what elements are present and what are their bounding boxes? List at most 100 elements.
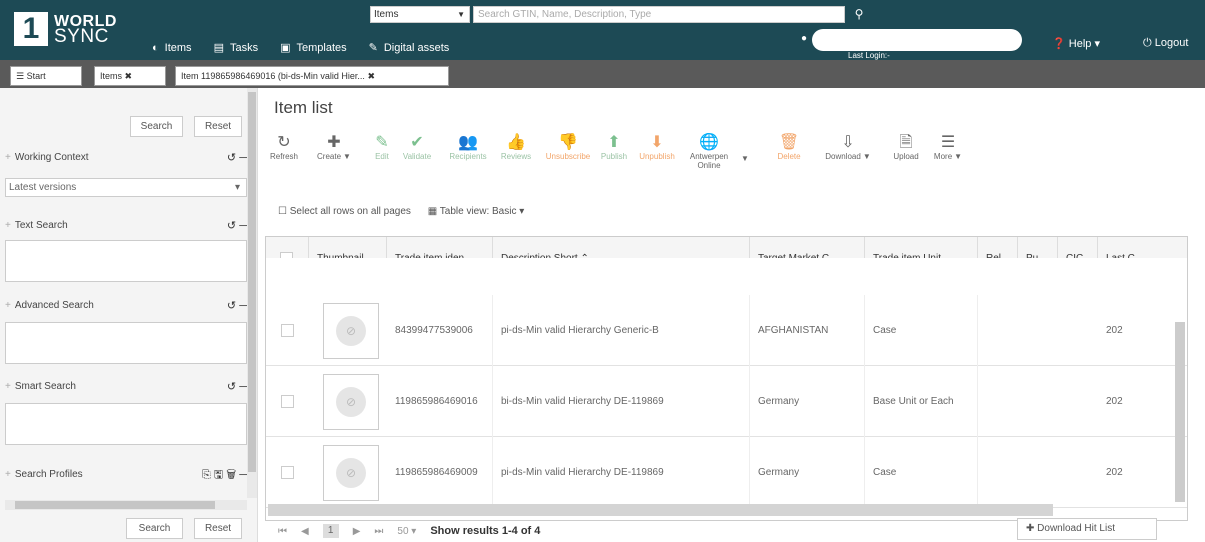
grid-hscrollbar[interactable] xyxy=(268,504,1053,516)
no-image-icon: ⊘ xyxy=(336,387,366,417)
upload-icon: 🗎 xyxy=(899,134,913,151)
chevron-down-icon: ▼ xyxy=(457,10,465,19)
sidebar-hscrollbar[interactable] xyxy=(5,500,247,510)
last-login: Last Login:- xyxy=(848,51,890,60)
tasks-icon: ▤ xyxy=(213,42,224,54)
top-bar: 1 WORLD SYNC ◐ Items ▤ Tasks ▣ Templates ✎ D… xyxy=(0,0,1205,60)
nav-digital-assets[interactable]: ✎ Digital assets xyxy=(368,41,450,55)
sidebar-search-button-bottom[interactable]: Search xyxy=(126,518,183,539)
global-search: Items ▼ Search GTIN, Name, Description, T… xyxy=(370,6,870,23)
table-row[interactable]: ⊘ 119865986469009 pi-ds-Min valid Hierar… xyxy=(266,437,1187,508)
search-icon[interactable]: ⚲ xyxy=(848,6,870,23)
validate-button[interactable]: ✔ Validate xyxy=(399,134,435,161)
publish-button[interactable]: ⬆ Publish xyxy=(599,134,629,161)
create-button[interactable]: ✚ Create ▼ xyxy=(309,134,359,161)
thumbnail-placeholder: ⊘ xyxy=(323,445,379,501)
refresh-button[interactable]: ↻ Refresh xyxy=(264,134,304,161)
nav-templates[interactable]: ▣ Templates xyxy=(280,41,347,55)
more-button[interactable]: ☰ More ▼ xyxy=(928,134,968,161)
help-menu[interactable]: ❓ Help ▾ xyxy=(1052,37,1100,50)
cell-market: Germany xyxy=(750,437,865,508)
cell-unit: Case xyxy=(865,437,978,508)
table-view-select[interactable]: ▦ Table view: Basic ▾ xyxy=(428,206,525,217)
reset-collapse-icons[interactable]: ↺ ─ xyxy=(227,147,247,169)
upload-button[interactable]: 🗎 Upload xyxy=(887,134,925,161)
items-icon: ◐ xyxy=(152,41,159,54)
smart-search-header[interactable]: + Smart Search ↺ ─ xyxy=(5,376,247,398)
cell-description: bi-ds-Min valid Hierarchy DE-119869 xyxy=(493,366,750,437)
grid-vscrollbar[interactable] xyxy=(1175,322,1185,502)
nav-items[interactable]: ◐ Items xyxy=(152,41,192,54)
pencil-icon: ✎ xyxy=(375,134,389,151)
publish-icon: ⬆ xyxy=(607,134,621,151)
advanced-search-field[interactable] xyxy=(5,322,247,364)
download-button[interactable]: ⇩ Download ▼ xyxy=(819,134,877,161)
cell-description: pi-ds-Min valid Hierarchy DE-119869 xyxy=(493,437,750,508)
row-checkbox[interactable] xyxy=(281,466,294,479)
prev-page-icon[interactable]: ◀ xyxy=(301,526,309,537)
no-image-icon: ⊘ xyxy=(336,316,366,346)
recipients-button[interactable]: 👥 Recipients xyxy=(442,134,494,161)
select-all-checkbox[interactable]: ☐ Select all rows on all pages xyxy=(278,206,411,217)
cell-description: pi-ds-Min valid Hierarchy Generic-B xyxy=(493,295,750,366)
globe-icon: 🌐 xyxy=(699,134,719,151)
close-icon[interactable]: ✖ xyxy=(125,71,133,81)
user-icon: ● xyxy=(801,33,808,44)
last-page-icon[interactable]: ⏭ xyxy=(374,526,383,537)
tab-bar: ☰ Start Items ✖ Item 119865986469016 (bi… xyxy=(0,60,1205,88)
tab-item-detail[interactable]: Item 119865986469016 (bi-ds-Min valid Hi… xyxy=(175,66,449,86)
logout-button[interactable]: ⏻ Logout xyxy=(1143,37,1188,50)
smart-search-field[interactable] xyxy=(5,403,247,445)
check-icon: ✔ xyxy=(410,134,424,151)
pager: ⏮ ◀ 1 ▶ ⏭ 50 ▾ Show results 1-4 of 4 xyxy=(278,524,540,538)
chevron-down-icon: ▾ xyxy=(234,182,240,193)
working-context-header[interactable]: + Working Context ↺ ─ xyxy=(5,147,247,169)
logo-mark: 1 xyxy=(14,12,48,46)
logo-line2: SYNC xyxy=(54,26,109,47)
thumbs-down-icon: 👎 xyxy=(558,134,578,151)
templates-icon: ▣ xyxy=(280,42,291,54)
sidebar-scrollbar[interactable] xyxy=(247,88,257,498)
first-page-icon[interactable]: ⏮ xyxy=(278,526,287,537)
table-row[interactable]: ⊘ 119865986469016 bi-ds-Min valid Hierar… xyxy=(266,366,1187,437)
no-image-icon: ⊘ xyxy=(336,458,366,488)
trash-icon: 🗑 xyxy=(778,134,800,151)
reviews-button[interactable]: 👍 Reviews xyxy=(496,134,536,161)
pencil-icon: ✎ xyxy=(368,42,378,54)
selection-row: ☐ Select all rows on all pages ▦ Table v… xyxy=(278,206,524,217)
unpublish-button[interactable]: ⬇ Unpublish xyxy=(634,134,680,161)
worldsync-logo[interactable]: 1 WORLD SYNC xyxy=(14,12,117,46)
cell-market: AFGHANISTAN xyxy=(750,295,865,366)
sidebar-search-button[interactable]: Search xyxy=(130,116,183,137)
sidebar-reset-button[interactable]: Reset xyxy=(194,116,242,137)
close-icon[interactable]: ✖ xyxy=(367,71,375,81)
page-size-select[interactable]: 50 ▾ xyxy=(397,526,416,537)
working-context-select[interactable]: Latest versions ▾ xyxy=(5,178,247,197)
search-sidebar: Search Reset + Working Context ↺ ─ Latest … xyxy=(0,88,258,542)
tab-start[interactable]: ☰ Start xyxy=(10,66,82,86)
tab-items[interactable]: Items ✖ xyxy=(94,66,166,86)
delete-button[interactable]: 🗑 Delete xyxy=(769,134,809,161)
refresh-icon: ↻ xyxy=(277,134,291,151)
row-checkbox[interactable] xyxy=(281,324,294,337)
row-checkbox[interactable] xyxy=(281,395,294,408)
text-search-field[interactable] xyxy=(5,240,247,282)
online-button[interactable]: 🌐 Antwerpen Online xyxy=(684,134,734,170)
sidebar-reset-button-bottom[interactable]: Reset xyxy=(194,518,242,539)
users-icon: 👥 xyxy=(458,134,478,151)
nav-tasks[interactable]: ▤ Tasks xyxy=(213,41,259,55)
search-input[interactable]: Search GTIN, Name, Description, Type xyxy=(473,6,845,23)
advanced-search-header[interactable]: + Advanced Search ↺ ─ xyxy=(5,295,247,317)
table-row[interactable]: ⊘ 84399477539006 pi-ds-Min valid Hierarc… xyxy=(266,295,1187,366)
download-hit-list-button[interactable]: ✚ Download Hit List xyxy=(1017,518,1157,540)
unpublish-icon: ⬇ xyxy=(650,134,664,151)
search-type-select[interactable]: Items ▼ xyxy=(370,6,470,23)
online-dropdown[interactable]: ▼ xyxy=(738,154,752,163)
result-count: Show results 1-4 of 4 xyxy=(430,525,541,537)
unsubscribe-button[interactable]: 👎 Unsubscribe xyxy=(539,134,597,161)
next-page-icon[interactable]: ▶ xyxy=(353,526,361,537)
page-number[interactable]: 1 xyxy=(322,524,339,538)
text-search-header[interactable]: + Text Search ↺ ─ xyxy=(5,215,247,237)
search-profiles-header[interactable]: + Search Profiles ⎘ 🖫 🗑 ─ xyxy=(5,464,247,486)
edit-button[interactable]: ✎ Edit xyxy=(367,134,397,161)
